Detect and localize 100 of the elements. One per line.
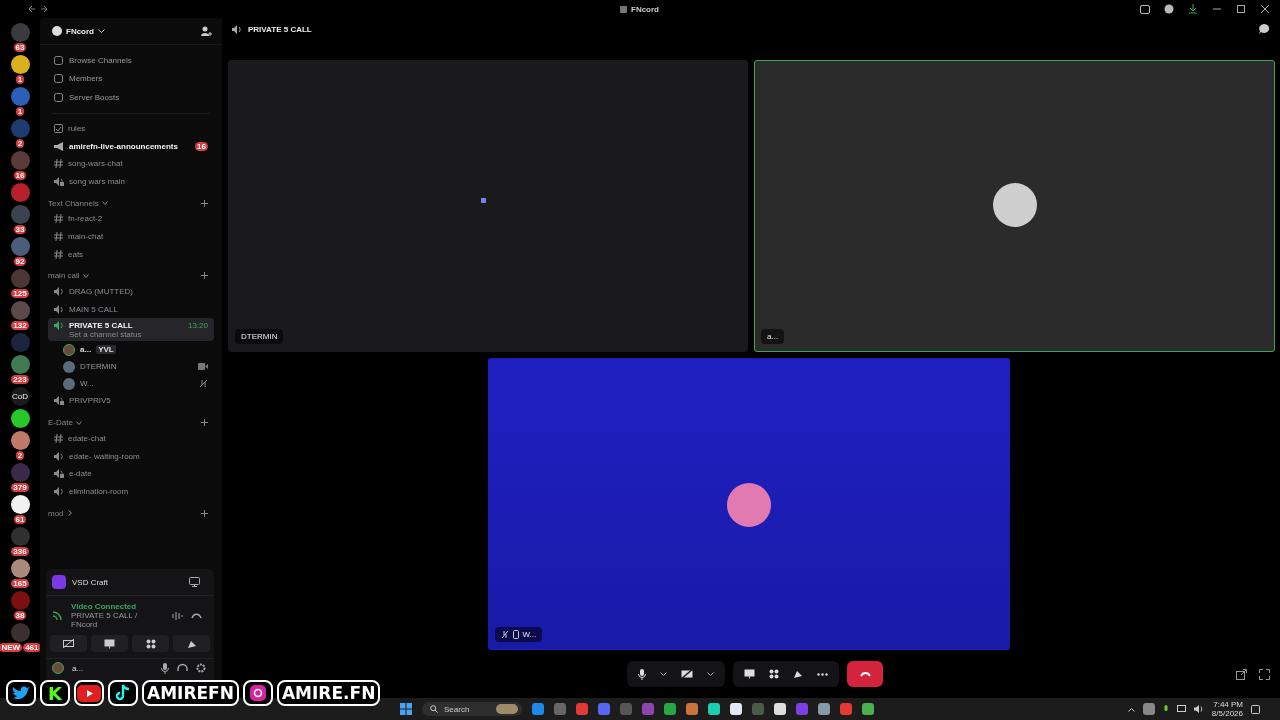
chevron-icon[interactable] (98, 28, 105, 34)
clock-date[interactable]: 8/5/2026 (1211, 709, 1243, 718)
mention-badge: 63 (13, 43, 27, 52)
search-highlight-icon (496, 704, 518, 714)
server-icon[interactable] (10, 495, 30, 514)
channel-name: elimination-room (69, 486, 129, 496)
channel-item[interactable]: song wars main (48, 172, 214, 191)
server-name[interactable]: FNcord (66, 26, 94, 36)
handle-text: AMIRE.FN (276, 680, 381, 706)
chevron-up-icon[interactable] (1127, 706, 1135, 712)
music-note-icon (108, 680, 138, 706)
add-member-icon[interactable] (201, 25, 212, 37)
channel-item[interactable]: song-wars-chat (48, 154, 214, 173)
screen-share-button[interactable] (91, 635, 128, 652)
server-icon[interactable]: CoD (10, 387, 30, 406)
microphone-icon[interactable] (1162, 704, 1169, 714)
inbox-icon[interactable] (1140, 4, 1150, 14)
video-tile[interactable]: a... (754, 60, 1275, 352)
camera-off-button[interactable] (50, 635, 87, 652)
channel-item[interactable]: edate- waiting-room (48, 447, 214, 465)
user-avatar[interactable] (52, 662, 64, 674)
channel-item[interactable]: MAIN 5 CALL (48, 300, 214, 319)
server-icon[interactable] (10, 559, 30, 578)
taskbar-app-icon[interactable] (862, 703, 874, 715)
locked-speaker-icon (54, 396, 64, 406)
back-forward-icon[interactable] (28, 5, 48, 13)
channel-item[interactable]: main-chat (48, 227, 214, 246)
fullscreen-icon[interactable] (1259, 668, 1270, 680)
video-tile[interactable]: W... (487, 358, 1010, 650)
channel-item[interactable]: e-date (48, 464, 214, 483)
channel-item[interactable]: rules (48, 119, 214, 138)
participant-name: W... (522, 630, 537, 639)
headphones-icon[interactable] (177, 663, 188, 673)
taskbar-app-icon[interactable] (664, 703, 676, 715)
caret-icon (707, 671, 714, 677)
channel-item[interactable]: fn-react-2 (48, 210, 214, 228)
tray-app-icon[interactable] (1142, 703, 1155, 715)
server-icon[interactable] (10, 431, 30, 450)
soundboard-button[interactable] (173, 635, 210, 652)
help-icon[interactable] (1164, 4, 1174, 14)
network-icon[interactable] (1176, 705, 1186, 713)
user-avatar (992, 183, 1037, 227)
voice-member[interactable]: DTERMIN (48, 358, 214, 376)
pop-out-icon[interactable] (1236, 668, 1247, 680)
channel-item[interactable]: PRIVPRIV5 (48, 392, 214, 410)
close-icon[interactable] (1260, 4, 1270, 14)
call-location[interactable]: PRIVATE 5 CALL / FNcord (71, 611, 164, 629)
chevron-down-icon[interactable] (82, 272, 89, 279)
taskbar-app-icon[interactable] (686, 703, 698, 715)
server-icon[interactable] (10, 409, 30, 428)
start-icon[interactable] (400, 703, 412, 715)
microphone-icon[interactable] (161, 662, 169, 674)
category-label[interactable]: Text Channels (48, 198, 99, 208)
clock-time[interactable]: 7:44 PM (1213, 700, 1243, 709)
channel-item[interactable]: edate-chat (48, 429, 214, 448)
taskbar-app-icon[interactable] (708, 703, 720, 715)
new-badge: NEW (0, 643, 23, 652)
maximize-icon[interactable] (1236, 4, 1246, 14)
sound-wave-icon[interactable] (172, 610, 183, 621)
screen-share-icon (104, 638, 115, 649)
channel-item[interactable]: DRAG (MUTTED) (48, 282, 214, 301)
unread-badge: 16 (195, 141, 208, 151)
category-label[interactable]: E-Date (48, 418, 73, 428)
channel-item[interactable]: amirefn-live-announcements 16 (48, 137, 214, 155)
video-tile[interactable]: DTERMIN (228, 60, 748, 352)
channel-name: e-date (69, 469, 92, 479)
search-icon (430, 705, 438, 713)
download-icon[interactable] (1188, 4, 1198, 14)
volume-icon[interactable] (1193, 705, 1204, 713)
disconnect-icon[interactable] (191, 612, 202, 619)
user-name[interactable]: a... (72, 663, 84, 673)
add-icon[interactable] (201, 419, 208, 427)
chevron-right-icon[interactable] (66, 510, 73, 517)
search-field[interactable]: Search (422, 702, 522, 716)
chevron-down-icon[interactable] (75, 419, 82, 426)
channel-item[interactable]: PRIVATE 5 CALL 13:20 Set a channel status (48, 318, 214, 342)
channel-item[interactable]: elimination-room (48, 482, 214, 501)
category-label[interactable]: main call (48, 271, 80, 281)
add-icon[interactable] (201, 509, 208, 517)
end-call-button[interactable] (847, 661, 883, 687)
add-icon[interactable] (201, 199, 208, 207)
add-icon[interactable] (201, 272, 208, 280)
chat-bubble-icon[interactable] (1258, 23, 1270, 35)
server-icon[interactable] (10, 55, 30, 74)
category-label[interactable]: mod (48, 508, 64, 518)
channel-item[interactable]: eats (48, 245, 214, 263)
notification-icon[interactable] (1251, 704, 1260, 714)
taskbar-app-icon[interactable] (774, 703, 786, 715)
nav-item[interactable]: Browse Channels (48, 51, 214, 70)
activities-button[interactable] (132, 635, 169, 652)
settings-icon[interactable] (196, 663, 206, 673)
nav-item[interactable]: Members (48, 69, 214, 89)
nav-item[interactable]: Server Boosts (48, 88, 214, 107)
voice-member[interactable]: W... (48, 375, 214, 393)
taskbar-app-icon[interactable] (818, 703, 830, 715)
connection-status[interactable]: Video Connected (71, 602, 164, 611)
voice-member[interactable]: a... YVL (48, 341, 214, 359)
chevron-down-icon[interactable] (101, 200, 108, 207)
screen-icon[interactable] (189, 577, 200, 587)
taskbar-app-icon[interactable] (730, 703, 742, 715)
